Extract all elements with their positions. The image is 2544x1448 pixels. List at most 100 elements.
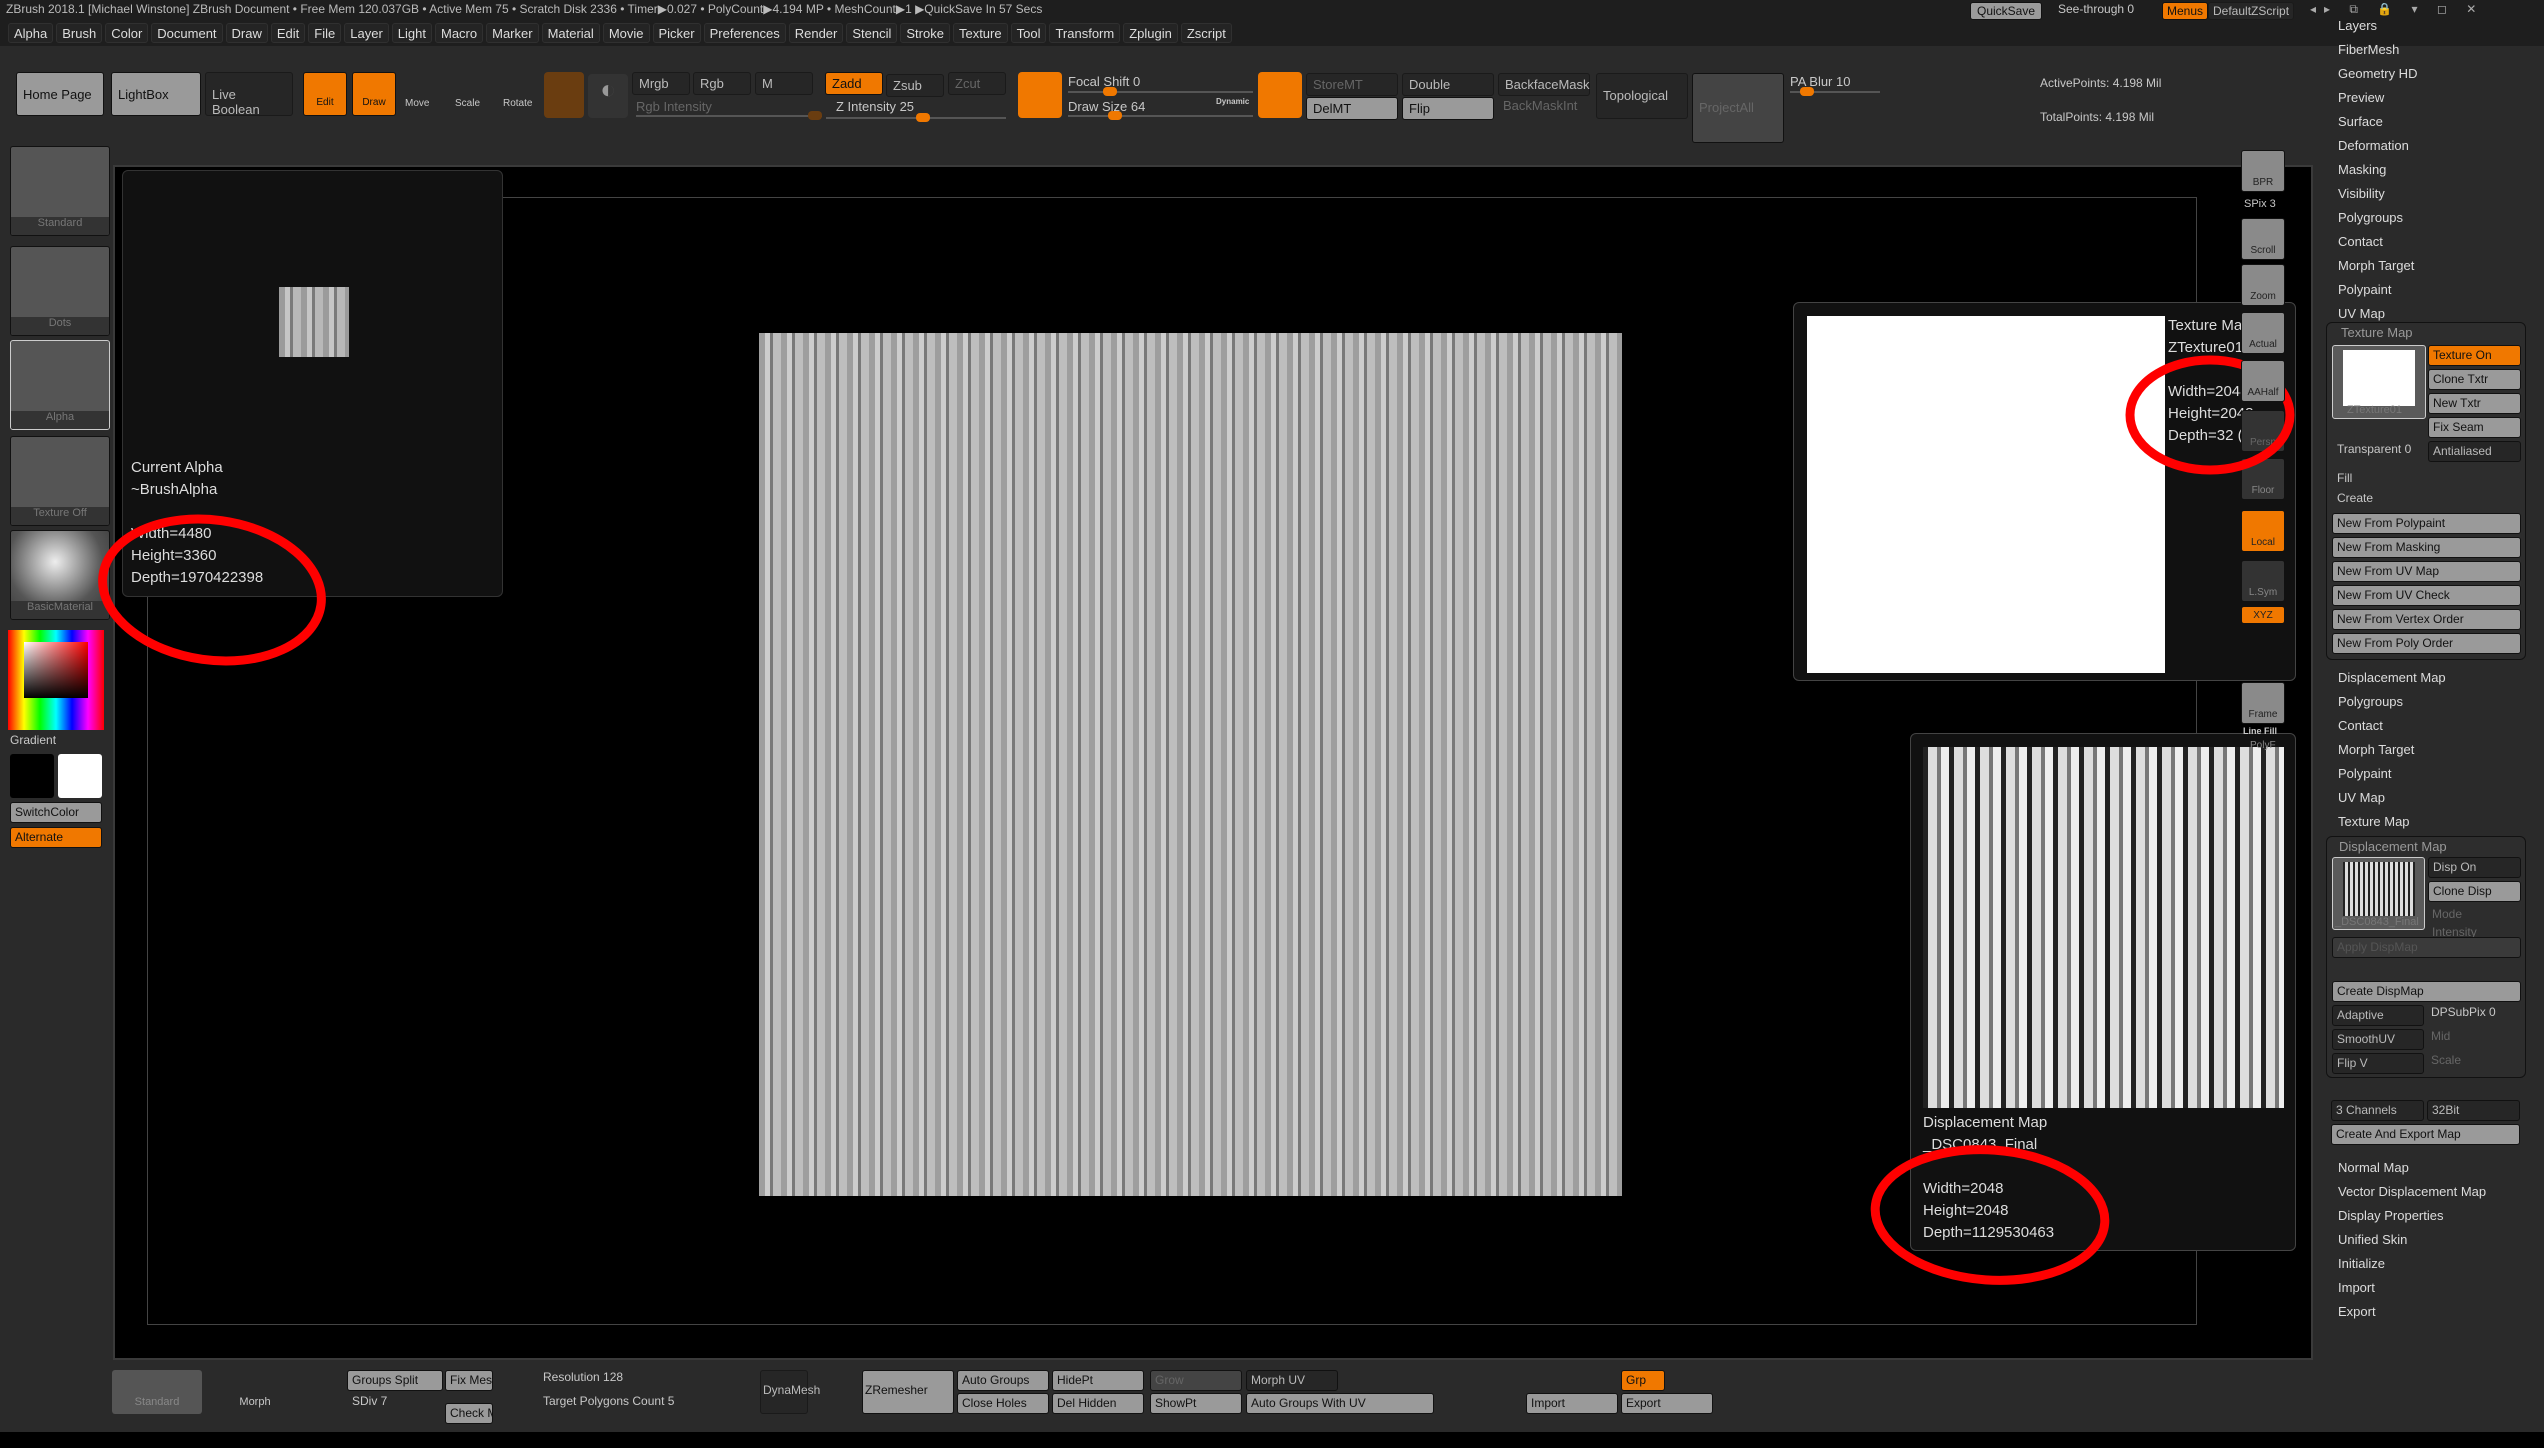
menu-render[interactable]: Render — [788, 23, 844, 43]
color-picker[interactable] — [8, 630, 104, 730]
menu-transform[interactable]: Transform — [1049, 23, 1121, 43]
focal-shift-icon[interactable] — [1018, 72, 1062, 118]
create-and-export-map-button[interactable]: Create And Export Map — [2331, 1124, 2520, 1145]
adaptive-button[interactable]: Adaptive — [2332, 1005, 2424, 1026]
z-intensity-slider[interactable]: Z Intensity 25 — [836, 99, 914, 114]
material-icon[interactable] — [544, 72, 584, 118]
menu-color[interactable]: Color — [105, 23, 149, 43]
texture-thumb[interactable]: ZTexture01 — [2332, 345, 2426, 419]
mid-slider[interactable]: Mid — [2431, 1029, 2450, 1043]
32bit-button[interactable]: 32Bit — [2427, 1100, 2520, 1121]
move-button[interactable]: Move — [405, 98, 429, 109]
disp-on-button[interactable]: Disp On — [2428, 857, 2521, 878]
auto-groups-uv-button[interactable]: Auto Groups With UV — [1246, 1393, 1434, 1414]
right-panel-item[interactable]: Morph Target — [2338, 742, 2414, 757]
polyf-button[interactable]: PolyF — [2250, 740, 2276, 751]
menu-zscript[interactable]: Zscript — [1180, 23, 1232, 43]
home-page-button[interactable]: Home Page — [16, 72, 104, 116]
auto-groups-button[interactable]: Auto Groups — [957, 1370, 1049, 1391]
menu-light[interactable]: Light — [391, 23, 432, 43]
morph-brush-button[interactable]: Morph — [210, 1370, 300, 1414]
channels-button[interactable]: 3 Channels — [2331, 1100, 2424, 1121]
pa-blur-slider[interactable]: PA Blur 10 — [1790, 74, 1850, 89]
menu-picker[interactable]: Picker — [652, 23, 701, 43]
zadd-button[interactable]: Zadd — [825, 72, 883, 95]
disp-thumb[interactable]: _DSC0843_Final — [2332, 857, 2425, 930]
menus-button[interactable]: Menus — [2162, 2, 2209, 20]
right-panel-item[interactable]: Normal Map — [2338, 1160, 2409, 1175]
right-panel-item[interactable]: Contact — [2338, 234, 2383, 249]
target-polygons-slider[interactable]: Target Polygons Count 5 — [543, 1394, 674, 1408]
fix-seam-button[interactable]: Fix Seam — [2428, 417, 2521, 438]
material-selector[interactable]: BasicMaterial — [10, 530, 110, 620]
right-panel-item[interactable]: Visibility — [2338, 186, 2385, 201]
clone-txtr-button[interactable]: Clone Txtr — [2428, 369, 2521, 390]
menu-marker[interactable]: Marker — [486, 23, 539, 43]
scale-slider[interactable]: Scale — [2431, 1053, 2461, 1067]
right-panel-item[interactable]: Displacement Map — [2338, 670, 2446, 685]
menu-stroke[interactable]: Stroke — [900, 23, 950, 43]
flip-button[interactable]: Flip — [1402, 97, 1494, 120]
right-panel-item[interactable]: Initialize — [2338, 1256, 2385, 1271]
right-panel-item[interactable]: Geometry HD — [2338, 66, 2417, 81]
brush-selector[interactable]: Standard — [10, 146, 110, 236]
standard-brush-button[interactable]: Standard — [112, 1370, 202, 1414]
grp-button[interactable]: Grp — [1621, 1370, 1665, 1391]
menu-macro[interactable]: Macro — [434, 23, 484, 43]
create-item-button[interactable]: New From Masking — [2332, 537, 2521, 558]
right-panel-item[interactable]: UV Map — [2338, 790, 2385, 805]
right-panel-item[interactable]: Polygroups — [2338, 694, 2403, 709]
smoothuv-button[interactable]: SmoothUV — [2332, 1029, 2424, 1050]
bpr-button[interactable]: BPR — [2241, 150, 2285, 192]
close-holes-button[interactable]: Close Holes — [957, 1393, 1049, 1414]
right-panel-item[interactable]: Export — [2338, 1304, 2376, 1319]
menu-stencil[interactable]: Stencil — [846, 23, 898, 43]
menu-material[interactable]: Material — [541, 23, 600, 43]
right-panel-item[interactable]: Display Properties — [2338, 1208, 2444, 1223]
m-button[interactable]: M — [755, 72, 813, 95]
floor-button[interactable]: Floor — [2241, 458, 2285, 500]
create-item-button[interactable]: New From Polypaint — [2332, 513, 2521, 534]
dpsubpix-slider[interactable]: DPSubPix 0 — [2431, 1005, 2496, 1019]
dynamesh-button[interactable]: DynaMesh — [760, 1370, 820, 1414]
grow-button[interactable]: Grow — [1150, 1370, 1242, 1391]
menu-movie[interactable]: Movie — [602, 23, 650, 43]
lightbox-button[interactable]: LightBox — [111, 72, 201, 116]
create-section[interactable]: Create — [2337, 491, 2373, 505]
menu-file[interactable]: File — [308, 23, 342, 43]
menu-document[interactable]: Document — [151, 23, 223, 43]
right-panel-item[interactable]: Deformation — [2338, 138, 2409, 153]
right-panel-item[interactable]: Polypaint — [2338, 282, 2391, 297]
create-item-button[interactable]: New From Vertex Order — [2332, 609, 2521, 630]
mode-button[interactable]: Mode — [2432, 907, 2462, 921]
antialiased-button[interactable]: Antialiased — [2428, 441, 2521, 462]
topological-button[interactable]: Topological — [1596, 73, 1688, 119]
script-button[interactable]: DefaultZScript — [2208, 2, 2295, 20]
mrgb-button[interactable]: Mrgb — [632, 72, 690, 95]
menu-texture[interactable]: Texture — [952, 23, 1008, 43]
fill-section[interactable]: Fill — [2337, 471, 2352, 485]
sphere-icon[interactable]: ◐ — [588, 74, 628, 118]
draw-size-icon[interactable] — [1258, 72, 1302, 118]
backfacemask-button[interactable]: BackfaceMask — [1498, 73, 1590, 96]
alpha-selector[interactable]: Alpha — [10, 340, 110, 430]
right-panel-item[interactable]: Surface — [2338, 114, 2383, 129]
storemt-button[interactable]: StoreMT — [1306, 73, 1398, 96]
zcut-button[interactable]: Zcut — [948, 72, 1006, 95]
create-dispmap-button[interactable]: Create DispMap — [2332, 981, 2521, 1002]
right-panel-item[interactable]: Unified Skin — [2338, 1232, 2407, 1247]
clone-disp-button[interactable]: Clone Disp — [2428, 881, 2521, 902]
actual-button[interactable]: Actual — [2241, 312, 2285, 354]
aahalf-button[interactable]: AAHalf — [2241, 360, 2285, 402]
menu-layer[interactable]: Layer — [344, 23, 389, 43]
right-panel-item[interactable]: Contact — [2338, 718, 2383, 733]
menu-zplugin[interactable]: Zplugin — [1123, 23, 1178, 43]
zremesher-button[interactable]: ZRemesher — [862, 1370, 954, 1414]
check-mesh-button[interactable]: Check Mesh Int — [445, 1403, 493, 1424]
double-button[interactable]: Double — [1402, 73, 1494, 96]
texture-on-button[interactable]: Texture On — [2428, 345, 2521, 366]
draw-button[interactable]: Draw — [352, 72, 396, 116]
frame-button[interactable]: Frame — [2241, 682, 2285, 724]
backmaskint-slider[interactable]: BackMaskInt — [1503, 98, 1577, 113]
create-item-button[interactable]: New From UV Check — [2332, 585, 2521, 606]
